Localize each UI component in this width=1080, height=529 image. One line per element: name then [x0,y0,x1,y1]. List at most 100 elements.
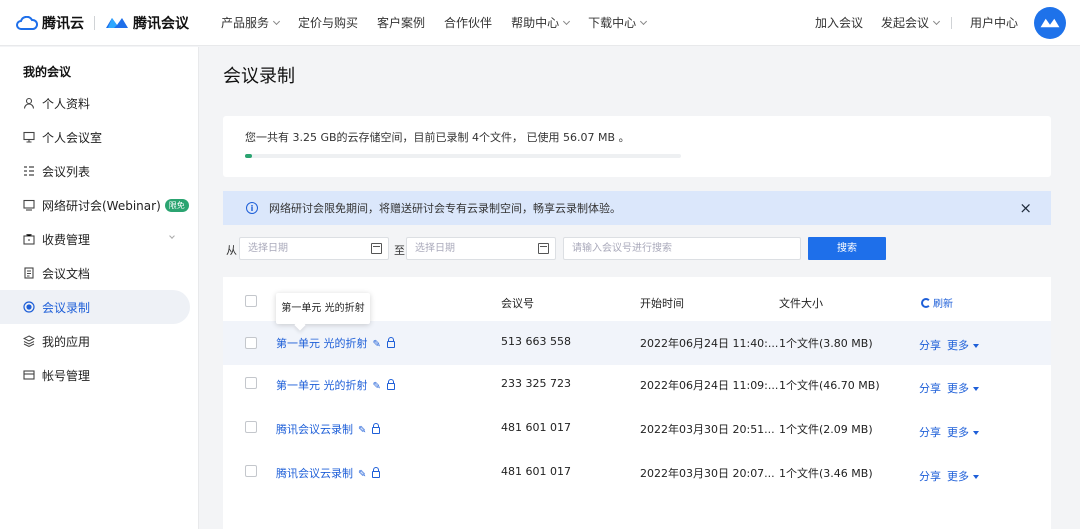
top-nav: 腾讯云 腾讯会议 产品服务 定价与购买 客户案例 合作伙伴 帮助中心 下载中心 … [0,0,1080,46]
start-date-input[interactable]: 选择日期 [239,237,389,260]
recording-name-link[interactable]: 第一单元 光的折射 [276,379,368,392]
sidebar-item-meeting-list[interactable]: 会议列表 [0,154,190,188]
edit-icon[interactable]: ✎ [358,469,366,480]
from-label: 从 [226,244,237,257]
record-icon [23,301,35,313]
join-meeting-link[interactable]: 加入会议 [815,14,863,31]
sidebar-item-webinar[interactable]: 网络研讨会(Webinar) 限免 [0,188,190,222]
share-link[interactable]: 分享 [919,468,941,484]
sidebar-item-billing[interactable]: 收费管理 [0,222,190,256]
sidebar-item-my-apps[interactable]: 我的应用 [0,324,190,358]
storage-summary: 您一共有 3.25 GB的云存储空间，目前已录制 4个文件， 已使用 56.07… [245,131,630,144]
sidebar-title: 我的会议 [23,65,72,79]
meeting-id-cell: 481 601 017 [501,421,571,434]
storage-card: 您一共有 3.25 GB的云存储空间，目前已录制 4个文件， 已使用 56.07… [223,116,1051,177]
apps-icon [23,335,35,347]
main-nav: 产品服务 定价与购买 客户案例 合作伙伴 帮助中心 下载中心 [221,14,665,31]
user-center-link[interactable]: 用户中心 [970,14,1018,31]
file-size-cell: 1个文件(3.80 MB) [779,337,873,350]
recording-name-link[interactable]: 腾讯会议云录制 [276,423,353,436]
caret-down-icon [973,475,979,479]
webinar-icon [23,199,35,211]
row-checkbox[interactable] [245,377,257,389]
file-size-cell: 1个文件(3.46 MB) [779,467,873,480]
nav-help-center[interactable]: 帮助中心 [511,14,571,31]
row-checkbox[interactable] [245,337,257,349]
edit-icon[interactable]: ✎ [373,339,381,350]
user-icon [23,97,35,109]
tencent-meeting-logo[interactable]: 腾讯会议 [105,13,189,33]
file-size-cell: 1个文件(2.09 MB) [779,423,873,436]
caret-down-icon [973,387,979,391]
recording-name-link[interactable]: 腾讯会议云录制 [276,467,353,480]
name-tooltip: 第一单元 光的折射 [276,293,370,324]
tencent-cloud-logo[interactable]: 腾讯云 [16,13,84,33]
recording-name-link[interactable]: 第一单元 光的折射 [276,337,368,350]
chevron-down-icon [563,17,571,25]
lock-icon[interactable] [386,379,395,390]
close-icon[interactable]: × [1019,199,1032,217]
table-row: 第一单元 光的折射 ✎ 233 325 723 2022年06月24日 11:09… [223,365,1051,409]
meeting-id-cell: 233 325 723 [501,377,571,390]
nav-partners[interactable]: 合作伙伴 [444,14,492,31]
search-button[interactable]: 搜索 [808,237,886,260]
table-row: 腾讯会议云录制 ✎ 481 601 017 2022年03月30日 20:51..… [223,409,1051,453]
notice-text: 网络研讨会限免期间，将赠送研讨会专有云录制空间，畅享云录制体验。 [269,202,621,215]
sidebar-item-profile[interactable]: 个人资料 [0,86,190,120]
more-dropdown[interactable]: 更多 [947,424,979,440]
billing-icon [23,233,35,245]
edit-icon[interactable]: ✎ [373,381,381,392]
to-label: 至 [394,244,405,257]
share-link[interactable]: 分享 [919,380,941,396]
more-dropdown[interactable]: 更多 [947,380,979,396]
storage-progress-bar [245,154,681,158]
meeting-id-cell: 513 663 558 [501,335,571,348]
sidebar-item-personal-room[interactable]: 个人会议室 [0,120,190,154]
chevron-down-icon [640,17,648,25]
nav-product-services[interactable]: 产品服务 [221,14,281,31]
room-icon [23,131,35,143]
brand-divider [94,15,95,30]
caret-down-icon [973,344,979,348]
more-dropdown[interactable]: 更多 [947,468,979,484]
nav-download-center[interactable]: 下载中心 [588,14,648,31]
share-link[interactable]: 分享 [919,424,941,440]
cloud-icon [16,15,38,30]
share-link[interactable]: 分享 [919,337,941,353]
calendar-icon [371,243,382,254]
caret-down-icon [973,431,979,435]
header-start-time: 开始时间 [640,297,684,310]
sidebar-item-account[interactable]: 帐号管理 [0,358,190,392]
sidebar-item-documents[interactable]: 会议文档 [0,256,190,290]
avatar[interactable] [1034,6,1066,39]
more-dropdown[interactable]: 更多 [947,337,979,353]
start-time-cell: 2022年06月24日 11:09:... [640,379,779,392]
header-file-size: 文件大小 [779,297,823,310]
row-checkbox[interactable] [245,465,257,477]
meeting-id-search-input[interactable]: 请输入会议号进行搜索 [563,237,801,260]
brand: 腾讯云 腾讯会议 [16,13,189,33]
row-checkbox[interactable] [245,421,257,433]
start-time-cell: 2022年03月30日 20:51... [640,423,775,436]
nav-right: 加入会议 发起会议 用户中心 [797,6,1066,39]
start-meeting-link[interactable]: 发起会议 [881,14,941,31]
page-title: 会议录制 [223,66,295,87]
end-date-input[interactable]: 选择日期 [406,237,556,260]
account-icon [23,369,35,381]
edit-icon[interactable]: ✎ [358,425,366,436]
sidebar-item-recordings[interactable]: 会议录制 [0,290,190,324]
nav-pricing[interactable]: 定价与购买 [298,14,358,31]
filter-bar: 从 选择日期 至 选择日期 请输入会议号进行搜索 搜索 [223,237,923,260]
start-time-cell: 2022年03月30日 20:07... [640,467,775,480]
nav-customer-cases[interactable]: 客户案例 [377,14,425,31]
info-icon: i [246,202,258,214]
chevron-down-icon [272,17,281,25]
lock-icon[interactable] [386,337,395,348]
lock-icon[interactable] [372,423,381,434]
refresh-button[interactable]: 刷新 [921,295,953,310]
sidebar: 我的会议 个人资料 个人会议室 会议列表 网络研讨会(Webinar) 限免 收… [0,47,199,529]
select-all-checkbox[interactable] [245,295,257,307]
chevron-down-icon [932,17,941,25]
lock-icon[interactable] [372,467,381,478]
table-row: 腾讯会议云录制 ✎ 481 601 017 2022年03月30日 20:07..… [223,453,1051,497]
